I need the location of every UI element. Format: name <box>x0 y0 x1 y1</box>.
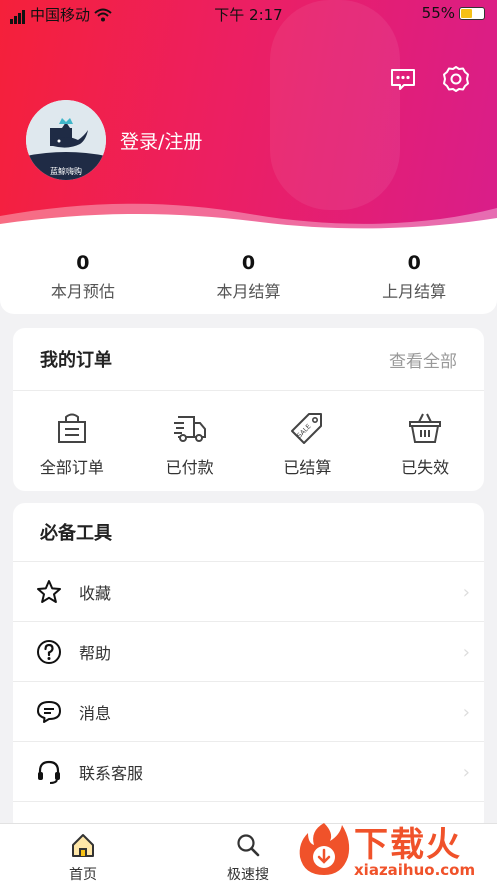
watermark-url: xiazaihuo.com <box>354 861 476 879</box>
order-label: 已付款 <box>165 458 214 477</box>
order-settled[interactable]: SALE 已结算 <box>249 391 367 491</box>
order-label: 已失效 <box>401 458 450 477</box>
login-register-link[interactable]: 登录/注册 <box>120 127 202 154</box>
order-label: 已结算 <box>283 458 332 477</box>
tool-item-favorites[interactable]: 收藏 › <box>13 561 484 621</box>
headset-icon <box>38 760 60 784</box>
status-bar: 中国移动 下午 2:17 55% <box>0 0 497 28</box>
orders-card: 我的订单 查看全部 全部订单 已付款 SALE 已结算 已失效 <box>13 328 484 491</box>
stat-last-month-settled[interactable]: 0 上月结算 <box>331 232 497 314</box>
tools-card: 必备工具 收藏 › 帮助 › 消息 › 联系客服 › <box>13 503 484 833</box>
order-label: 全部订单 <box>39 458 104 477</box>
orders-title: 我的订单 <box>40 350 112 371</box>
tool-item-customer-service[interactable]: 联系客服 › <box>13 741 484 801</box>
stat-value: 0 <box>407 252 421 274</box>
stat-label: 本月结算 <box>216 282 281 301</box>
orders-header: 我的订单 查看全部 <box>13 328 484 391</box>
view-all-orders-link[interactable]: 查看全部 <box>389 347 457 372</box>
tools-title: 必备工具 <box>40 523 112 544</box>
chevron-right-icon: › <box>462 582 470 603</box>
stat-label: 本月预估 <box>50 282 115 301</box>
stat-value: 0 <box>76 252 90 274</box>
order-all[interactable]: 全部订单 <box>13 391 131 491</box>
tool-label: 联系客服 <box>79 763 144 783</box>
stat-value: 0 <box>241 252 256 274</box>
message-icon <box>37 700 61 723</box>
flame-logo-icon <box>299 823 350 875</box>
watermark: 下载火 xiazaihuo.com <box>292 815 497 883</box>
tool-label: 帮助 <box>79 643 112 663</box>
shopping-bag-icon <box>57 413 86 443</box>
tool-label: 消息 <box>79 703 112 723</box>
tools-header: 必备工具 <box>13 503 484 561</box>
settings-icon[interactable] <box>441 64 471 94</box>
stat-monthly-settled[interactable]: 0 本月结算 <box>166 232 332 314</box>
star-icon <box>37 579 61 603</box>
stat-label: 上月结算 <box>382 282 447 301</box>
order-paid[interactable]: 已付款 <box>131 391 249 491</box>
tool-item-help[interactable]: 帮助 › <box>13 621 484 681</box>
sale-tag-icon: SALE <box>291 413 323 444</box>
tab-label: 极速搜 <box>227 867 269 883</box>
whale-logo-icon: 蓝鲸嗨购 <box>26 100 106 180</box>
avatar[interactable]: 蓝鲸嗨购 <box>26 100 106 180</box>
avatar-text: 蓝鲸嗨购 <box>50 166 82 176</box>
message-icon[interactable] <box>388 64 418 94</box>
tool-item-messages[interactable]: 消息 › <box>13 681 484 741</box>
battery-percent: 55% <box>421 4 455 22</box>
help-icon <box>37 639 61 664</box>
battery-icon <box>459 6 485 20</box>
tab-label: 首页 <box>69 867 97 883</box>
watermark-title: 下载火 <box>354 825 462 865</box>
chevron-right-icon: › <box>462 762 470 783</box>
stat-monthly-estimate[interactable]: 0 本月预估 <box>0 232 166 314</box>
home-icon <box>72 834 94 857</box>
chevron-right-icon: › <box>462 642 470 663</box>
tab-home[interactable]: 首页 <box>43 832 123 884</box>
tab-quick-search[interactable]: 极速搜 <box>208 832 288 884</box>
delivery-truck-icon <box>173 416 206 442</box>
basket-icon <box>409 413 442 443</box>
search-icon <box>237 834 260 857</box>
order-expired[interactable]: 已失效 <box>366 391 484 491</box>
header-decoration <box>270 0 400 210</box>
earnings-stats: 0 本月预估 0 本月结算 0 上月结算 <box>0 232 497 314</box>
chevron-right-icon: › <box>462 702 470 723</box>
tool-label: 收藏 <box>79 583 112 603</box>
